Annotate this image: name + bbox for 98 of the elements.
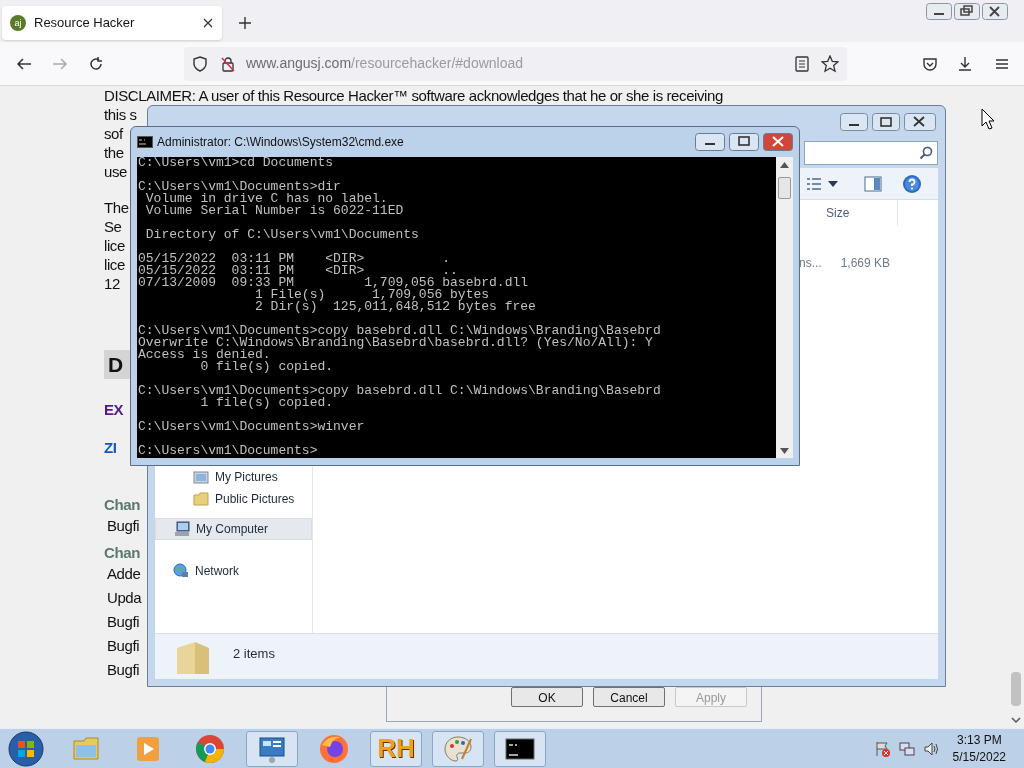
view-list-icon[interactable] <box>806 176 822 191</box>
changes-heading: Chan <box>104 495 140 514</box>
page-text: 12 <box>104 274 120 293</box>
address-bar[interactable]: www.angusj.com/resourcehacker/#download <box>184 46 847 81</box>
console-text: C:\Users\vm1\Documents>dir <box>138 181 341 193</box>
console-icon <box>137 136 153 148</box>
restore-icon[interactable] <box>954 3 980 20</box>
page-text: the <box>104 143 124 162</box>
maximize-icon[interactable] <box>872 113 900 131</box>
console-text: 05/15/2022 03:11 PM <DIR> .. <box>138 265 458 277</box>
browser-tab[interactable]: aj Resource Hacker <box>2 6 222 40</box>
change-item: Adde <box>107 564 141 584</box>
pictures-icon <box>193 469 209 485</box>
chrome-icon <box>194 732 226 765</box>
close-icon[interactable] <box>904 113 936 131</box>
maximize-icon[interactable] <box>729 133 759 151</box>
clock-date[interactable]: 5/15/2022 <box>952 748 1006 766</box>
change-item: Bugfi <box>107 636 140 656</box>
page-text: lice <box>104 255 125 274</box>
window-title: Administrator: C:\Windows\System32\cmd.exe <box>157 134 405 151</box>
console-text: Directory of C:\Users\vm1\Documents <box>144 229 419 241</box>
page-text: sof <box>104 124 123 143</box>
console-text: 2 Dir(s) 125,011,648,512 bytes free <box>254 301 536 313</box>
flag-icon[interactable] <box>874 740 891 757</box>
page-text: Se <box>104 217 122 236</box>
change-item: Upda <box>107 588 142 608</box>
back-icon[interactable] <box>16 55 32 72</box>
pocket-icon[interactable] <box>922 55 938 72</box>
shield-icon <box>192 55 208 72</box>
dialog-button[interactable]: OK <box>511 687 583 707</box>
dialog-button[interactable]: Cancel <box>593 687 665 707</box>
change-item: Bugfi <box>107 516 140 536</box>
page-text: this s <box>104 105 137 124</box>
console-text: C:\Users\vm1\Documents>copy basebrd.dll C:\Windows\Branding\Basebrd <box>138 385 661 397</box>
lock-icon <box>220 55 236 72</box>
clock-time[interactable]: 3:13 PM <box>956 731 1002 749</box>
help-icon[interactable] <box>902 173 922 194</box>
console-scrollbar[interactable] <box>776 157 793 458</box>
site-favicon: aj <box>10 15 26 31</box>
download-link[interactable]: ZI <box>104 438 117 457</box>
console-text: C:\Users\vm1>cd Documents <box>138 157 334 169</box>
console-text: C:\Users\vm1\Documents> <box>138 445 318 457</box>
preview-pane-icon[interactable] <box>864 175 882 192</box>
volume-icon[interactable] <box>922 740 939 757</box>
page-scrollbar[interactable] <box>1008 86 1024 728</box>
down-arrow-icon[interactable] <box>780 448 789 454</box>
console-text: Volume in drive C has no label. <box>144 193 388 205</box>
url-text[interactable]: www.angusj.com/resourcehacker/#download <box>246 53 524 74</box>
download-link[interactable]: EX <box>104 400 124 419</box>
nav-item[interactable]: My Computer <box>155 518 312 540</box>
status-text: 2 items <box>233 645 275 663</box>
up-arrow-icon[interactable] <box>780 162 789 168</box>
firefox-icon <box>318 732 350 765</box>
star-icon[interactable] <box>821 54 839 73</box>
scrollbar-thumb[interactable] <box>778 177 791 199</box>
nav-item[interactable]: Network <box>155 560 312 582</box>
reader-icon[interactable] <box>795 55 809 72</box>
console-text: 1 file(s) copied. <box>200 397 334 409</box>
folder-icon <box>193 491 209 507</box>
table-cell-text: ns... <box>799 255 823 272</box>
search-icon[interactable] <box>919 146 933 160</box>
minimize-icon[interactable] <box>926 3 952 20</box>
reload-icon[interactable] <box>88 55 104 72</box>
download-icon[interactable] <box>957 55 973 72</box>
page-text: The <box>104 198 129 217</box>
changes-heading: Chan <box>104 543 140 562</box>
table-cell-text: 1,669 KB <box>839 255 890 272</box>
folder-icon <box>175 640 211 674</box>
caret-icon[interactable] <box>828 180 838 187</box>
computer-icon <box>174 521 190 537</box>
console-text: C:\Users\vm1\Documents>winver <box>138 421 365 433</box>
console-text: C:\Users\vm1\Documents>copy basebrd.dll C:\Windows\Branding\Basebrd <box>138 325 661 337</box>
nav-item[interactable]: Public Pictures <box>155 488 312 510</box>
minimize-icon[interactable] <box>840 113 868 131</box>
console-text: 0 file(s) copied. <box>199 361 334 373</box>
plus-icon[interactable] <box>238 16 252 30</box>
change-item: Bugfi <box>107 612 140 632</box>
taskbar-button[interactable] <box>494 730 546 767</box>
page-text: lice <box>104 236 125 255</box>
close-icon[interactable] <box>982 3 1008 20</box>
console-text: 1 File(s) 1,709,056 bytes <box>254 289 490 301</box>
column-header[interactable]: Size <box>818 200 898 226</box>
globe-icon <box>173 563 189 579</box>
network-icon[interactable] <box>898 740 915 757</box>
cursor-icon <box>981 108 995 130</box>
close-icon[interactable] <box>202 17 214 29</box>
change-item: Bugfi <box>107 660 140 680</box>
page-text: use <box>104 162 127 181</box>
console-text: 05/15/2022 03:11 PM <DIR> . <box>138 253 451 265</box>
start-orb-icon[interactable] <box>8 730 44 767</box>
console-text: 07/13/2009 09:33 PM 1,709,056 basebrd.dll <box>138 277 529 289</box>
console-text: Overwrite C:\Windows\Branding\Basebrd\basebrd.dll? (Yes/No/All): Y <box>138 337 653 349</box>
scrollbar-thumb[interactable] <box>1011 672 1021 706</box>
search-field[interactable] <box>804 141 938 165</box>
page-text: DISCLAIMER: A user of this Resource Hacker™ software acknowledges that he or she is receiving <box>104 86 723 105</box>
nav-item[interactable]: My Pictures <box>155 466 312 488</box>
console-text: Volume Serial Number is 6022-11ED <box>144 205 404 217</box>
minimize-icon[interactable] <box>695 133 725 151</box>
